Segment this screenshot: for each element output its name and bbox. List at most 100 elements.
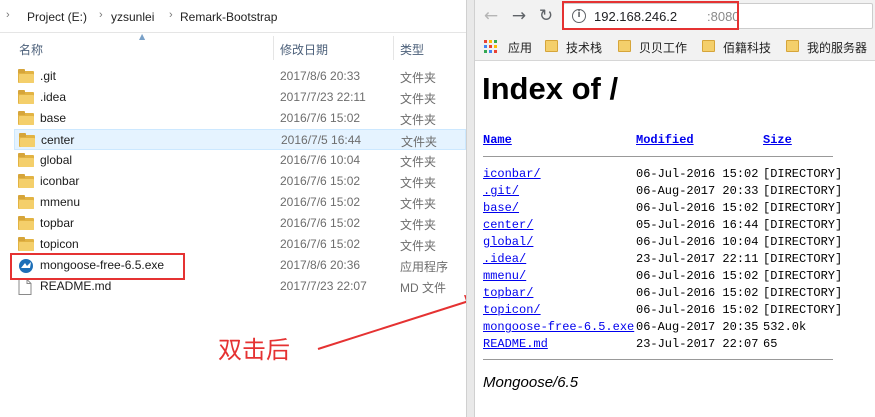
file-type: 文件夹 <box>400 113 437 127</box>
file-row[interactable]: topicon 2016/7/6 15:02 文件夹 <box>14 234 466 255</box>
listing-link[interactable]: center/ <box>483 218 533 232</box>
listing-size: 532.0k <box>763 320 807 334</box>
file-row[interactable]: base 2016/7/6 15:02 文件夹 <box>14 108 466 129</box>
bookmark-label: 我的服务器 <box>807 41 868 55</box>
file-icon <box>18 279 34 295</box>
column-header-type[interactable]: 类型 <box>400 41 424 58</box>
window-divider <box>466 0 475 417</box>
forward-arrow-icon[interactable]: → <box>509 6 529 26</box>
listing-modified: 23-Jul-2017 22:11 <box>636 252 759 266</box>
sort-by-name-link[interactable]: Name <box>483 133 512 147</box>
reload-icon[interactable]: ↻ <box>536 6 556 26</box>
listing-link[interactable]: topicon/ <box>483 303 541 317</box>
listing-link[interactable]: base/ <box>483 201 519 215</box>
file-type: 文件夹 <box>400 218 437 232</box>
folder-icon <box>19 133 35 147</box>
file-date: 2017/8/6 20:36 <box>280 258 361 272</box>
listing-link[interactable]: README.md <box>483 337 548 351</box>
file-date: 2016/7/6 15:02 <box>280 216 361 230</box>
folder-icon <box>545 40 558 52</box>
file-name: topicon <box>40 237 79 251</box>
listing-modified: 06-Jul-2016 15:02 <box>636 286 759 300</box>
page-title: Index of / <box>482 71 619 106</box>
bookmark-apps[interactable]: 应用 <box>484 38 540 56</box>
listing-row: .idea/23-Jul-2017 22:11 [DIRECTORY] <box>475 252 875 269</box>
file-name: .idea <box>40 90 67 104</box>
listing-modified: 06-Jul-2016 15:02 <box>636 303 759 317</box>
listing-link[interactable]: mongoose-free-6.5.exe <box>483 320 634 334</box>
listing-modified: 05-Jul-2016 16:44 <box>636 218 759 232</box>
file-row[interactable]: iconbar 2016/7/6 15:02 文件夹 <box>14 171 466 192</box>
file-row[interactable]: .idea 2017/7/23 22:11 文件夹 <box>14 87 466 108</box>
file-type: 文件夹 <box>400 239 437 253</box>
breadcrumb-item-remark-bootstrap[interactable]: Remark-Bootstrap <box>180 10 277 24</box>
sort-by-modified-link[interactable]: Modified <box>636 133 694 147</box>
bookmark-label: 应用 <box>508 41 533 55</box>
bookmark-label: 技术栈 <box>566 41 603 55</box>
breadcrumb-item-yzsunlei[interactable]: yzsunlei <box>111 10 154 24</box>
listing-modified: 06-Jul-2016 10:04 <box>636 235 759 249</box>
column-header-date[interactable]: 修改日期 <box>280 41 328 58</box>
listing-link[interactable]: global/ <box>483 235 533 249</box>
bookmark-folder-baiji-tech[interactable]: 佰籍科技 <box>702 38 780 56</box>
file-type: 文件夹 <box>400 155 437 169</box>
back-arrow-icon[interactable]: ← <box>481 6 501 26</box>
file-row[interactable]: topbar 2016/7/6 15:02 文件夹 <box>14 213 466 234</box>
file-name: mmenu <box>40 195 81 209</box>
file-date: 2017/7/23 22:11 <box>280 90 366 104</box>
breadcrumb-item-drive[interactable]: Project (E:) <box>27 10 87 24</box>
listing-link[interactable]: iconbar/ <box>483 167 541 181</box>
file-name: global <box>40 153 73 167</box>
server-signature: Mongoose/6.5 <box>483 374 579 391</box>
folder-icon <box>18 195 34 209</box>
listing-link[interactable]: .git/ <box>483 184 519 198</box>
folder-icon <box>18 174 34 188</box>
bookmark-folder-tech-stack[interactable]: 技术栈 <box>545 38 615 56</box>
bookmark-label: 佰籍科技 <box>723 41 772 55</box>
listing-row: mmenu/06-Jul-2016 15:02 [DIRECTORY] <box>475 269 875 286</box>
column-header-name[interactable]: 名称 <box>19 41 43 58</box>
sort-ascending-icon: ▲ <box>139 32 146 41</box>
listing-modified: 23-Jul-2017 22:07 <box>636 337 759 351</box>
listing-row: topbar/06-Jul-2016 15:02 [DIRECTORY] <box>475 286 875 303</box>
listing-link[interactable]: topbar/ <box>483 286 533 300</box>
listing-link[interactable]: mmenu/ <box>483 269 526 283</box>
column-divider[interactable] <box>393 36 394 60</box>
listing-modified: 06-Jul-2016 15:02 <box>636 167 759 181</box>
file-row[interactable]: center 2016/7/5 16:44 文件夹 <box>14 129 466 150</box>
chevron-right-icon: › <box>99 9 103 21</box>
listing-size: [DIRECTORY] <box>763 286 843 300</box>
listing-size: [DIRECTORY] <box>763 269 843 283</box>
listing-row: README.md 23-Jul-2017 22:07 65 <box>475 337 875 354</box>
folder-icon <box>18 153 34 167</box>
file-name: iconbar <box>40 174 80 188</box>
page-content: Index of / Name Modified Size iconbar/06… <box>475 61 875 417</box>
sort-by-size-link[interactable]: Size <box>763 133 792 147</box>
file-date: 2016/7/6 10:04 <box>280 153 361 167</box>
file-name: .git <box>40 69 57 83</box>
column-divider[interactable] <box>273 36 274 60</box>
folder-icon <box>18 90 34 104</box>
bookmark-folder-beibei-work[interactable]: 贝贝工作 <box>618 38 696 56</box>
file-explorer-pane: › Project (E:) › yzsunlei › Remark-Boots… <box>0 0 480 417</box>
listing-row: center/05-Jul-2016 16:44 [DIRECTORY] <box>475 218 875 235</box>
file-type: 文件夹 <box>401 135 438 149</box>
file-row[interactable]: .git 2017/8/6 20:33 文件夹 <box>14 66 466 87</box>
annotation-label: 双击后 <box>218 336 290 364</box>
file-name: topbar <box>40 216 75 230</box>
file-type: 文件夹 <box>400 92 437 106</box>
file-name: center <box>41 133 75 147</box>
listing-size: [DIRECTORY] <box>763 201 843 215</box>
file-row[interactable]: mmenu 2016/7/6 15:02 文件夹 <box>14 192 466 213</box>
file-type: 文件夹 <box>400 176 437 190</box>
folder-icon <box>18 111 34 125</box>
file-date: 2016/7/6 15:02 <box>280 111 361 125</box>
file-date: 2017/8/6 20:33 <box>280 69 361 83</box>
listing-link[interactable]: .idea/ <box>483 252 526 266</box>
highlight-box-url <box>562 1 739 30</box>
bookmark-folder-my-server[interactable]: 我的服务器 <box>786 38 875 56</box>
listing-row: iconbar/06-Jul-2016 15:02 [DIRECTORY] <box>475 167 875 184</box>
chevron-right-icon: › <box>169 9 173 21</box>
file-date: 2016/7/6 15:02 <box>280 195 361 209</box>
file-row[interactable]: global 2016/7/6 10:04 文件夹 <box>14 150 466 171</box>
